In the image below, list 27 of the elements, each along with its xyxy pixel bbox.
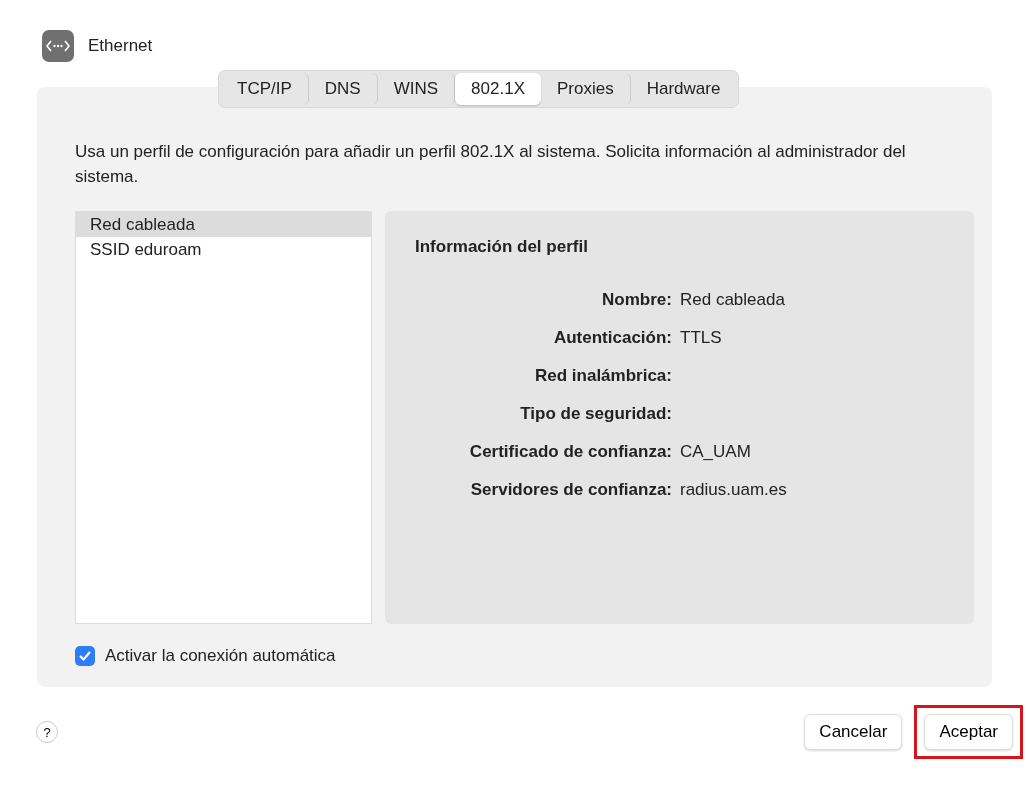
profile-list-item[interactable]: SSID eduroam xyxy=(76,237,371,262)
tab[interactable]: Hardware xyxy=(630,73,737,105)
dialog-button[interactable]: Cancelar xyxy=(804,714,903,750)
check-icon xyxy=(78,650,92,662)
section-title: Información del perfil xyxy=(415,237,589,257)
tab[interactable]: 802.1X xyxy=(455,73,541,105)
profile-list-item[interactable]: Red cableada xyxy=(76,212,371,237)
field-value: TTLS xyxy=(680,328,722,347)
checkbox-label: Activar la conexión automática xyxy=(105,646,336,666)
field-value: radius.uam.es xyxy=(680,480,787,499)
field-value: CA_UAM xyxy=(680,442,751,461)
field-label: Tipo de seguridad: xyxy=(519,403,672,425)
field-label: Certificado de confianza: xyxy=(468,441,672,463)
help-button[interactable]: ? xyxy=(36,721,58,743)
tab[interactable]: Proxies xyxy=(541,73,631,105)
field-value: Red cableada xyxy=(680,290,785,309)
field-label: Nombre: xyxy=(601,289,672,311)
ethernet-icon xyxy=(42,30,74,62)
description-text: Usa un perfil de configuración para añadir un perfil 802.1X al sistema. Solicita información al administrador del sistema. xyxy=(75,141,907,188)
tab[interactable]: TCP/IP xyxy=(221,73,309,105)
checkbox[interactable] xyxy=(75,646,95,666)
field-label: Servidores de confianza: xyxy=(469,479,672,501)
window-title: Ethernet xyxy=(88,36,153,56)
field-label: Autenticación: xyxy=(552,327,672,349)
field-label: Red inalámbrica: xyxy=(534,365,672,387)
tab[interactable]: DNS xyxy=(308,73,378,105)
dialog-button[interactable]: Aceptar xyxy=(924,714,1013,750)
